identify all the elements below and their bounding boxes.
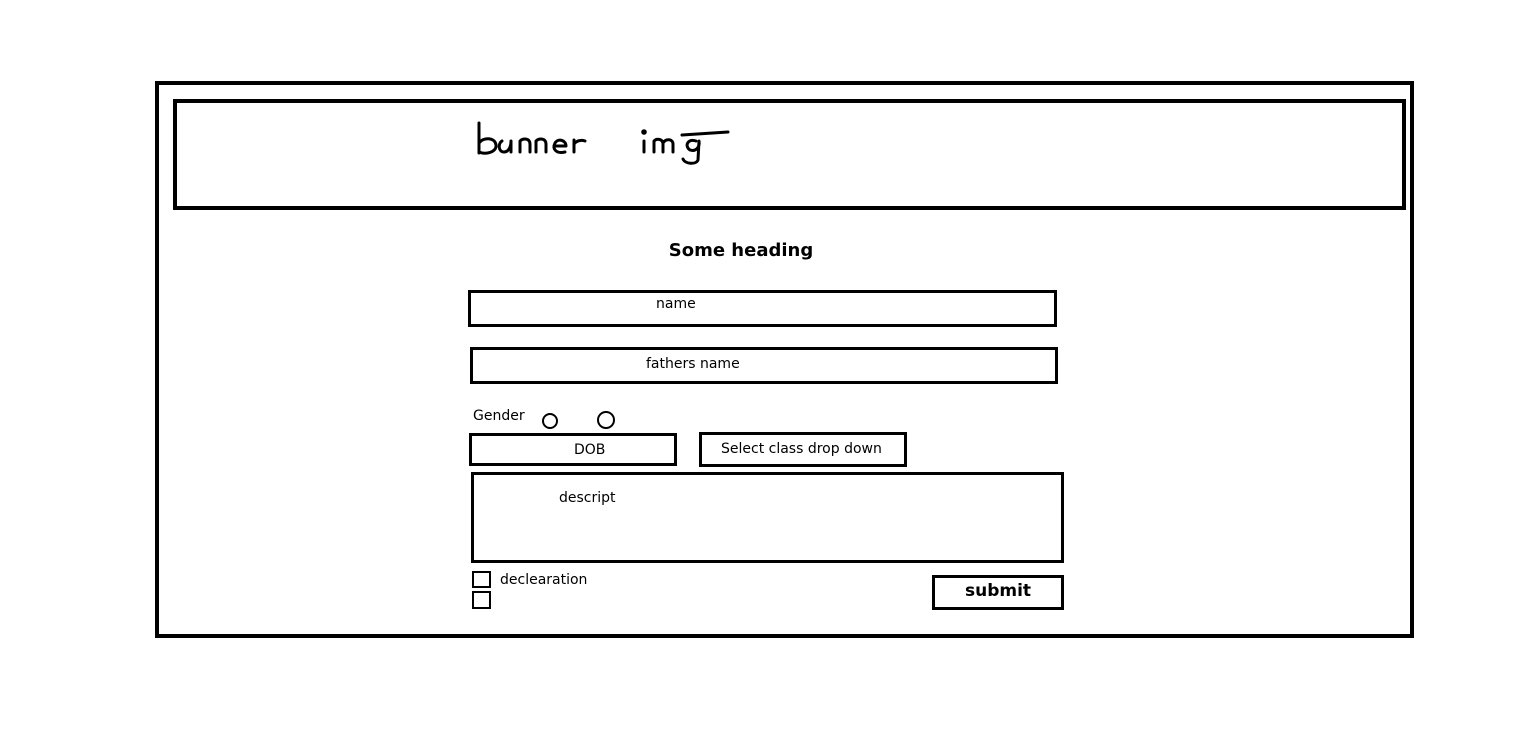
declaration-checkbox[interactable] [472,571,491,588]
name-input[interactable]: name [468,290,1057,327]
second-checkbox[interactable] [472,591,491,609]
submit-button[interactable]: submit [932,575,1064,610]
gender-radio-option-2[interactable] [597,411,615,429]
fathers-name-input[interactable]: fathers name [470,347,1058,384]
banner-image-placeholder [173,99,1406,210]
description-textarea[interactable]: descript [471,472,1064,563]
description-textarea-label: descript [559,490,616,506]
dob-input-label: DOB [574,442,606,458]
banner-img-handwritten-label [477,121,730,165]
dob-input[interactable]: DOB [469,433,677,466]
gender-radio-option-1[interactable] [542,413,558,429]
declaration-label: declearation [500,572,588,588]
page-heading: Some heading [668,240,814,261]
fathers-name-input-label: fathers name [646,356,740,372]
gender-label: Gender [473,408,525,424]
class-select-dropdown[interactable]: Select class drop down [699,432,907,467]
class-select-label: Select class drop down [721,441,882,457]
name-input-label: name [656,296,696,312]
